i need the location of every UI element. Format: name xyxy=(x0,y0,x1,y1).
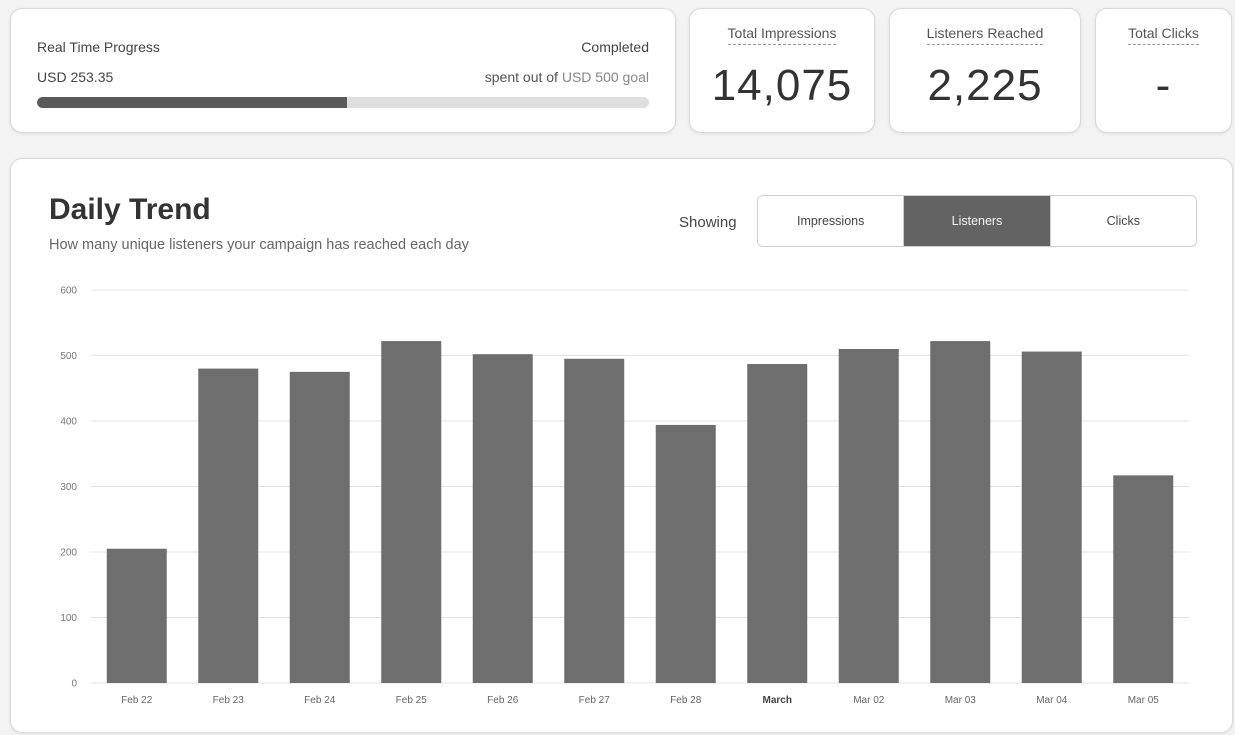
stat-card-listeners: Listeners Reached 2,225 xyxy=(889,8,1081,133)
bar-mar-03[interactable] xyxy=(930,341,991,683)
bar-feb-28[interactable] xyxy=(655,424,716,683)
stat-label-clicks[interactable]: Total Clicks xyxy=(1096,25,1231,45)
stat-label-listeners[interactable]: Listeners Reached xyxy=(890,25,1080,45)
bar-feb-24[interactable] xyxy=(289,371,350,683)
x-tick-label: Mar 05 xyxy=(1128,695,1160,706)
y-tick-label: 100 xyxy=(60,613,77,624)
stat-card-clicks: Total Clicks - xyxy=(1095,8,1232,133)
stat-card-impressions: Total Impressions 14,075 xyxy=(689,8,875,133)
progress-title: Real Time Progress xyxy=(37,39,160,55)
progress-bar-track xyxy=(37,97,649,108)
progress-card: Real Time Progress Completed USD 253.35 … xyxy=(10,8,676,133)
x-tick-label: Feb 27 xyxy=(579,695,611,706)
showing-label: Showing xyxy=(679,214,737,231)
bar-feb-27[interactable] xyxy=(564,358,625,683)
bar-feb-23[interactable] xyxy=(198,368,259,683)
bar-feb-22[interactable] xyxy=(106,548,167,683)
x-tick-label: March xyxy=(763,695,792,706)
tab-listeners[interactable]: Listeners xyxy=(904,196,1051,246)
y-tick-label: 0 xyxy=(71,679,77,690)
progress-goal-prefix: spent out of xyxy=(484,69,562,85)
x-tick-label: Feb 28 xyxy=(670,695,702,706)
bar-feb-26[interactable] xyxy=(472,354,533,683)
y-tick-label: 600 xyxy=(60,286,77,297)
progress-goal: spent out of USD 500 goal xyxy=(485,69,649,85)
progress-spent-amount: USD 253.35 xyxy=(37,69,114,85)
bar-feb-25[interactable] xyxy=(381,341,442,683)
x-tick-label: Feb 25 xyxy=(396,695,428,706)
x-tick-label: Feb 24 xyxy=(304,695,336,706)
x-tick-label: Feb 26 xyxy=(487,695,519,706)
stat-label-impressions[interactable]: Total Impressions xyxy=(690,25,874,45)
progress-bar-fill xyxy=(37,97,348,108)
y-tick-label: 300 xyxy=(60,482,77,493)
x-tick-label: Feb 22 xyxy=(121,695,153,706)
bar-mar-02[interactable] xyxy=(838,348,899,683)
bar-mar-05[interactable] xyxy=(1113,475,1174,683)
daily-trend-card: 0 100 200 300 400 500 600 Feb 22 Feb 23 Feb 24 Feb… xyxy=(10,158,1233,733)
stat-value-listeners: 2,225 xyxy=(927,61,1043,110)
y-tick-label: 200 xyxy=(60,548,77,559)
x-tick-label: Mar 04 xyxy=(1036,695,1068,706)
bar-march[interactable] xyxy=(747,364,808,683)
y-tick-label: 400 xyxy=(60,417,77,428)
tab-clicks[interactable]: Clicks xyxy=(1050,196,1196,246)
progress-goal-amount: USD 500 goal xyxy=(561,69,649,85)
tab-impressions[interactable]: Impressions xyxy=(758,196,905,246)
metric-toggle: Impressions Listeners Clicks xyxy=(757,195,1197,247)
x-tick-label: Feb 23 xyxy=(213,695,245,706)
x-tick-label: Mar 02 xyxy=(853,695,885,706)
progress-status: Completed xyxy=(581,39,649,55)
stat-value-impressions: 14,075 xyxy=(711,61,853,110)
daily-trend-title: Daily Trend xyxy=(49,193,211,226)
x-tick-label: Mar 03 xyxy=(945,695,977,706)
daily-trend-subtitle: How many unique listeners your campaign … xyxy=(49,237,469,253)
stat-value-clicks: - xyxy=(1155,61,1172,110)
y-tick-label: 500 xyxy=(60,351,77,362)
bar-mar-04[interactable] xyxy=(1021,351,1082,683)
